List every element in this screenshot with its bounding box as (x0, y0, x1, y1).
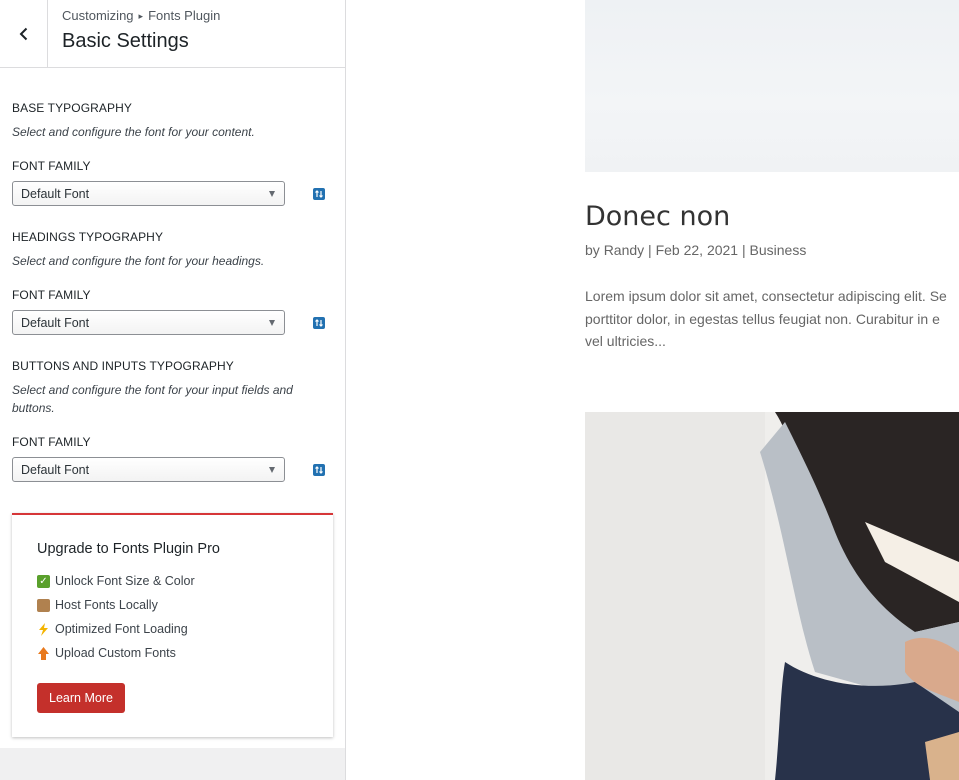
upgrade-promo-box: Upgrade to Fonts Plugin Pro ✓ Unlock Fon… (12, 513, 333, 737)
post-date: Feb 22, 2021 (655, 242, 739, 258)
meta-divider: | (648, 242, 652, 258)
customizer-sidebar: Customizing ▸ Fonts Plugin Basic Settings … (0, 0, 346, 780)
buttons-font-family-value: Default Font (21, 463, 90, 477)
dropdown-caret-icon (269, 191, 275, 197)
page-title: Basic Settings (62, 30, 189, 52)
breadcrumb: Customizing ▸ Fonts Plugin (62, 8, 220, 23)
author-prefix: by (585, 242, 600, 258)
headings-font-family-value: Default Font (21, 316, 90, 330)
headings-typography-heading: Headings Typography (12, 230, 164, 244)
woman-photo-illustration (585, 412, 959, 780)
package-icon (37, 598, 50, 612)
buttons-font-family-label: Font Family (12, 435, 91, 449)
dropdown-caret-icon (269, 467, 275, 473)
promo-title: Upgrade to Fonts Plugin Pro (37, 541, 220, 557)
swap-arrows-icon (315, 190, 323, 198)
category-link[interactable]: Business (750, 242, 807, 258)
excerpt-line: Lorem ipsum dolor sit amet, consectetur … (585, 288, 947, 304)
promo-feature: Optimized Font Loading (37, 622, 188, 636)
buttons-inputs-typography-description: Select and configure the font for your i… (12, 383, 293, 415)
upload-icon (38, 646, 49, 660)
promo-feature-text: Unlock Font Size & Color (55, 574, 195, 588)
base-font-family-select[interactable]: Default Font (12, 181, 285, 206)
post-title[interactable]: Donec non (585, 201, 730, 232)
sidebar-header: Customizing ▸ Fonts Plugin Basic Settings (0, 0, 345, 68)
author-link[interactable]: Randy (604, 242, 644, 258)
lightning-icon (39, 622, 48, 636)
headings-font-family-select[interactable]: Default Font (12, 310, 285, 335)
buttons-font-family-select[interactable]: Default Font (12, 457, 285, 482)
promo-feature-text: Upload Custom Fonts (55, 646, 176, 660)
post-excerpt: Lorem ipsum dolor sit amet, consectetur … (585, 285, 959, 353)
promo-feature-text: Host Fonts Locally (55, 598, 158, 612)
promo-feature: Host Fonts Locally (37, 598, 158, 612)
back-button[interactable] (0, 0, 48, 67)
base-font-family-value: Default Font (21, 187, 90, 201)
breadcrumb-parent: Customizing (62, 8, 134, 23)
swap-arrows-icon (315, 319, 323, 327)
swap-arrows-icon (315, 466, 323, 474)
post-meta: by Randy | Feb 22, 2021 | Business (585, 242, 806, 258)
base-font-toggle-button[interactable] (313, 188, 325, 200)
breadcrumb-current: Fonts Plugin (148, 8, 221, 23)
featured-image-top[interactable] (585, 0, 959, 172)
buttons-font-toggle-button[interactable] (313, 464, 325, 476)
buttons-inputs-typography-heading: Buttons and Inputs Typography (12, 359, 234, 373)
base-font-family-label: Font Family (12, 159, 91, 173)
breadcrumb-separator: ▸ (138, 11, 144, 21)
featured-image-woman[interactable] (585, 412, 959, 780)
excerpt-line: vel ultricies... (585, 333, 666, 350)
chevron-left-icon (19, 27, 27, 40)
learn-more-button[interactable]: Learn More (37, 683, 125, 713)
base-typography-description: Select and configure the font for your c… (12, 125, 255, 139)
headings-font-family-label: Font Family (12, 288, 91, 302)
site-preview: Donec non by Randy | Feb 22, 2021 | Busi… (346, 0, 959, 780)
excerpt-line: porttitor dolor, in egestas tellus feugi… (585, 310, 940, 327)
dropdown-caret-icon (269, 320, 275, 326)
check-mark-icon: ✓ (37, 574, 50, 588)
headings-typography-description: Select and configure the font for your h… (12, 254, 265, 268)
promo-feature-text: Optimized Font Loading (55, 622, 188, 636)
base-typography-heading: Base Typography (12, 101, 132, 115)
promo-feature: Upload Custom Fonts (37, 646, 176, 660)
meta-divider: | (741, 242, 746, 258)
promo-feature: ✓ Unlock Font Size & Color (37, 574, 195, 588)
headings-font-toggle-button[interactable] (313, 317, 325, 329)
